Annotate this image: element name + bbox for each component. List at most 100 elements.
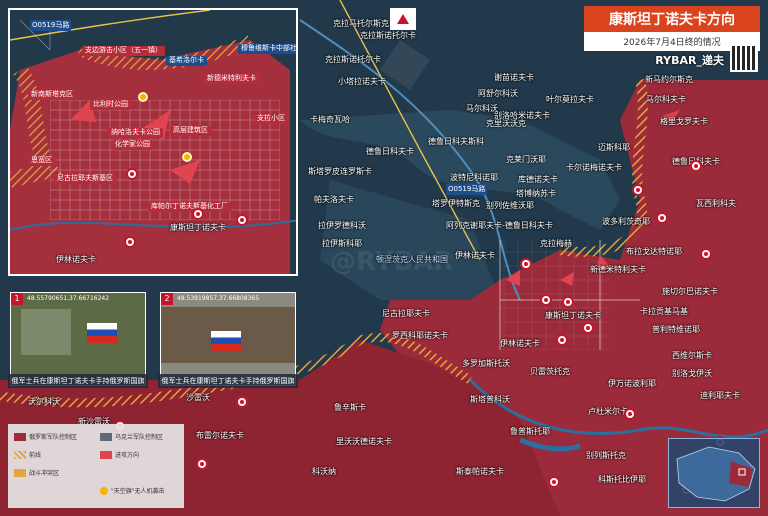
place-label: 克拉斯诺托尔卡 [360, 31, 416, 40]
place-label: 别洛戈伊沃 [672, 369, 712, 378]
place-label: 波特尼科诺耶 [450, 173, 498, 182]
place-label: 沃尔科沃 [28, 397, 60, 406]
place-label: 克拉马托尔斯克 [333, 19, 389, 28]
place-label: 斯塔罗皮连罗斯卡 [308, 167, 372, 176]
place-label: 格里戈罗夫卡 [660, 117, 708, 126]
inset-label: 支边游击小区（五一镇） [82, 46, 165, 56]
strike-marker[interactable] [656, 212, 668, 224]
place-label: 库德诺夫卡 [518, 175, 558, 184]
map-canvas: @RYBAR 康斯坦丁诺夫卡方向 2026年7月4日终的情况 RYBAR_递夫 … [0, 0, 768, 516]
inset-label: 尼古拉耶夫斯基区 [54, 174, 116, 184]
inset-label: 新南斯塔克区 [28, 90, 76, 100]
strike-marker[interactable] [556, 334, 568, 346]
place-label: 波多利茨奇耶 [602, 217, 650, 226]
legend-swatch [100, 432, 112, 441]
place-label: 尼古拉耶夫卡 [382, 309, 430, 318]
strike-marker[interactable] [236, 396, 248, 408]
place-label: 拉伊罗德科沃 [318, 221, 366, 230]
photo-1[interactable]: 1 48.55790651,37.66716242 [10, 292, 146, 386]
photo-coords: 48.55790651,37.66716242 [27, 295, 110, 302]
place-label: 阿舒尔科沃 [478, 89, 518, 98]
rybar-logo [390, 8, 416, 30]
inset-label: 恩宽区 [28, 156, 55, 166]
place-label: 布雷尔诺夫卡 [196, 431, 244, 440]
place-label: 卡尔诺梅诺夫卡 [566, 163, 622, 172]
region-label: 顿涅茨克人民共和国 [376, 255, 448, 264]
place-label: 塔罗伊特斯克 [432, 199, 480, 208]
legend-item: 进攻方向 [100, 450, 139, 459]
drone-strike-icon[interactable] [182, 152, 192, 162]
place-label: 布拉戈达特诺耶 [626, 247, 682, 256]
place-label: 克里沃沃克 [486, 119, 526, 128]
inset-strike-marker[interactable] [236, 214, 248, 226]
place-label: 康斯坦丁诺夫卡 [545, 311, 601, 320]
place-label: 卢杜米尔卡 [588, 407, 628, 416]
strike-marker[interactable] [624, 408, 636, 420]
strike-marker[interactable] [562, 296, 574, 308]
place-label: 鲁普斯托耶 [510, 427, 550, 436]
overview-shape [676, 446, 756, 502]
strike-marker[interactable] [690, 160, 702, 172]
inset-label: 化学家公园 [112, 140, 153, 150]
legend: 俄罗斯军队控制区 乌克兰军队控制区 前线 进攻方向 战斗冲突区 "天空旗"无人机… [8, 424, 184, 508]
photo-coords: 48.53919857,37.66808365 [177, 295, 260, 302]
strike-marker[interactable] [520, 258, 532, 270]
photo-2[interactable]: 2 48.53919857,37.66808365 [160, 292, 296, 386]
inset-label: 康斯坦丁诺夫卡 [170, 223, 226, 232]
place-label: 马尔科夫卡 [646, 95, 686, 104]
legend-swatch [14, 450, 26, 459]
place-label: 普利特维诺耶 [652, 325, 700, 334]
inset-strike-marker[interactable] [192, 208, 204, 220]
place-label: 克拉斯诺托尔卡 [325, 55, 381, 64]
place-label: 斯泰帕诺夫卡 [456, 467, 504, 476]
qr-code[interactable] [730, 44, 758, 72]
legend-item: 俄罗斯军队控制区 [14, 432, 77, 441]
inset-label: 新德米特利夫卡 [204, 74, 259, 84]
place-label: 帕夫洛夫卡 [314, 195, 354, 204]
inset-strike-marker[interactable] [124, 236, 136, 248]
place-label: 德鲁日科夫卡 [366, 147, 414, 156]
photo-number: 1 [11, 293, 23, 305]
brand-label: RYBAR_递夫 [655, 54, 724, 67]
strike-marker[interactable] [540, 294, 552, 306]
photo-1-caption: 俄军士兵在康斯坦丁诺夫卡手持俄罗斯国旗 [8, 374, 148, 388]
strike-marker[interactable] [196, 458, 208, 470]
photo-number: 2 [161, 293, 173, 305]
place-label: 迈斯科耶 [598, 143, 630, 152]
place-label: 斯塔普科沃 [470, 395, 510, 404]
place-label: 沙雷沃 [186, 393, 210, 402]
place-label: 别列佐维沃耶 [486, 201, 534, 210]
russian-flag-icon [211, 331, 241, 351]
overview-map[interactable] [668, 438, 760, 508]
place-label: 德鲁日科夫斯科 [428, 137, 484, 146]
inset-road-label: O0519马路 [30, 20, 72, 31]
place-label: 拉伊斯科耶 [322, 239, 362, 248]
place-label: 新马约尔斯克 [645, 75, 693, 84]
inset-label: 比利时公园 [90, 100, 131, 110]
vehicle-image [21, 309, 71, 355]
place-label: 科沃纳 [312, 467, 336, 476]
place-label: 罗西科耶诺夫卡 [392, 331, 448, 340]
legend-item: "天空旗"无人机袭击 [100, 486, 165, 495]
road-label: O0519马路 [446, 184, 488, 195]
place-label: 多罗加斯托沃 [462, 359, 510, 368]
place-label: 伊林诺夫卡 [455, 251, 495, 260]
inset-label: 穆鲁维斯卡中部社区 [238, 44, 296, 54]
place-label: 卡梅奇瓦哈 [310, 115, 350, 124]
strike-marker[interactable] [700, 248, 712, 260]
inset-strike-marker[interactable] [126, 168, 138, 180]
place-label: 西维尔斯卡 [672, 351, 712, 360]
place-label: 伊林诺夫卡 [500, 339, 540, 348]
place-label: 瓦西利科夫 [696, 199, 736, 208]
place-label: 谢苗诺夫卡 [494, 73, 534, 82]
strike-marker[interactable] [548, 476, 560, 488]
legend-swatch [14, 432, 26, 441]
strike-marker[interactable] [632, 184, 644, 196]
drone-strike-icon[interactable] [138, 92, 148, 102]
place-label: 阿列克谢耶夫卡-德鲁日科夫卡 [446, 221, 553, 230]
inset-label: 支拉小区 [254, 114, 288, 124]
inset-label: 纳哈洛夫卡公园 [108, 128, 163, 138]
strike-marker[interactable] [582, 322, 594, 334]
place-label: 鲁辛斯卡 [334, 403, 366, 412]
place-label: 小塔拉诺夫卡 [338, 77, 386, 86]
